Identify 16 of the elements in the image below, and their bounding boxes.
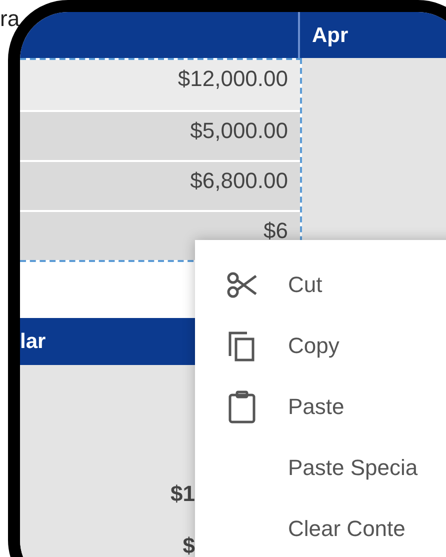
menu-item[interactable]: Clear Conte — [288, 512, 406, 545]
table-cell: $5,000.00 — [20, 110, 300, 160]
table-cell: $12,000.00 — [20, 60, 300, 110]
menu-item[interactable]: Copy — [288, 329, 340, 362]
scissors-icon — [226, 270, 258, 298]
menu-item[interactable]: Paste Specia — [288, 451, 418, 484]
menu-item[interactable]: Cut — [288, 268, 322, 301]
column-header: lar — [20, 318, 195, 365]
copy-icon — [226, 330, 256, 362]
table-cell: $6,800.00 — [20, 160, 300, 210]
table-cell-text: $1 — [170, 480, 195, 508]
table-cell-text: $ — [182, 532, 195, 557]
menu-item[interactable]: Paste — [288, 390, 344, 423]
column-header: Apr — [311, 23, 350, 49]
cell-text: ra — [0, 8, 20, 30]
clipboard-icon — [226, 390, 256, 424]
